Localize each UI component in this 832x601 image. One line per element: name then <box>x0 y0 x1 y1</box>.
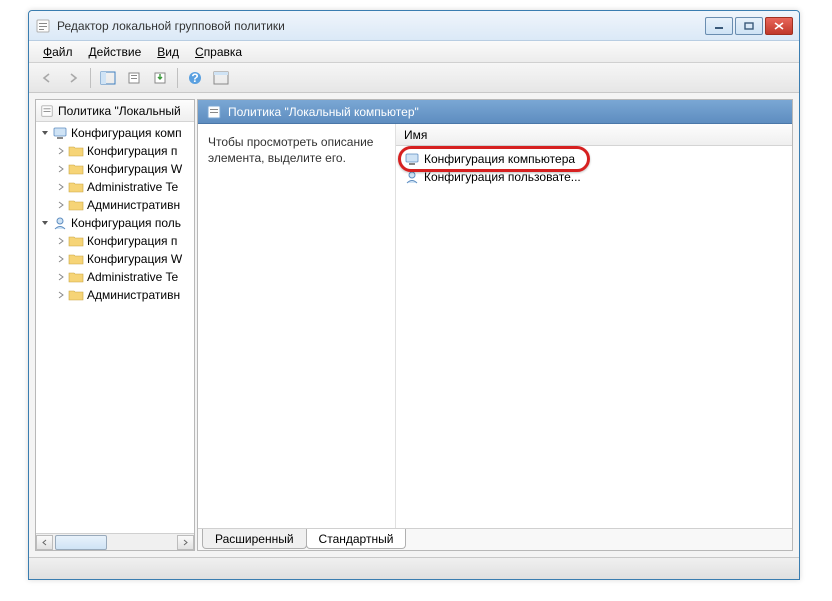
computer-icon <box>52 126 68 140</box>
filter-button[interactable] <box>209 67 233 89</box>
properties-button[interactable] <box>122 67 146 89</box>
tab-strip: Расширенный Стандартный <box>198 528 792 550</box>
computer-icon <box>404 152 420 166</box>
tree-body: Конфигурация комп Конфигурация п Конфигура… <box>36 122 194 533</box>
tree-node[interactable]: Административн <box>36 286 194 304</box>
scroll-right-button[interactable] <box>177 535 194 550</box>
list-body: Конфигурация компьютера Конфигурация поль… <box>396 146 792 528</box>
tree-node-label: Административн <box>87 288 180 302</box>
folder-icon <box>68 162 84 176</box>
expander-icon[interactable] <box>56 290 66 300</box>
tree-node-label: Administrative Te <box>87 180 178 194</box>
policy-icon <box>40 104 54 118</box>
app-icon <box>35 18 51 34</box>
tree-node-label: Конфигурация комп <box>71 126 182 140</box>
user-icon <box>404 170 420 184</box>
tree-node-label: Конфигурация п <box>87 234 177 248</box>
maximize-button[interactable] <box>735 17 763 35</box>
tree-node-label: Administrative Te <box>87 270 178 284</box>
forward-button[interactable] <box>61 67 85 89</box>
tree-node[interactable]: Конфигурация W <box>36 250 194 268</box>
list-item[interactable]: Конфигурация пользовате... <box>398 168 790 186</box>
tree-node[interactable]: Administrative Te <box>36 178 194 196</box>
statusbar <box>29 557 799 579</box>
tree-node[interactable]: Конфигурация п <box>36 142 194 160</box>
list-item-label: Конфигурация пользовате... <box>424 170 581 184</box>
policy-icon <box>206 104 222 120</box>
expander-icon[interactable] <box>56 182 66 192</box>
tree-header-label: Политика "Локальный <box>58 104 181 118</box>
tree-node[interactable]: Конфигурация W <box>36 160 194 178</box>
detail-header: Политика "Локальный компьютер" <box>198 100 792 124</box>
separator <box>90 68 91 88</box>
scroll-left-button[interactable] <box>36 535 53 550</box>
tab-extended[interactable]: Расширенный <box>202 529 307 549</box>
content-area: Политика "Локальный Конфигурация компКон… <box>29 93 799 557</box>
tree-node-label: Конфигурация поль <box>71 216 181 230</box>
expander-icon[interactable] <box>56 164 66 174</box>
app-window: Редактор локальной групповой политики Фа… <box>28 10 800 580</box>
back-button[interactable] <box>35 67 59 89</box>
expander-icon[interactable] <box>56 146 66 156</box>
expander-icon[interactable] <box>40 218 50 228</box>
menu-file[interactable]: Файл <box>35 43 81 61</box>
menu-view[interactable]: Вид <box>149 43 187 61</box>
list-item[interactable]: Конфигурация компьютера <box>398 150 790 168</box>
show-tree-button[interactable] <box>96 67 120 89</box>
toolbar: ? <box>29 63 799 93</box>
folder-icon <box>68 288 84 302</box>
titlebar: Редактор локальной групповой политики <box>29 11 799 41</box>
tree-header[interactable]: Политика "Локальный <box>36 100 194 122</box>
expander-icon[interactable] <box>56 272 66 282</box>
close-button[interactable] <box>765 17 793 35</box>
folder-icon <box>68 234 84 248</box>
expander-icon[interactable] <box>56 236 66 246</box>
detail-title: Политика "Локальный компьютер" <box>228 105 419 119</box>
tree-node[interactable]: Конфигурация п <box>36 232 194 250</box>
folder-icon <box>68 180 84 194</box>
detail-pane: Политика "Локальный компьютер" Чтобы про… <box>197 99 793 551</box>
menubar: Файл Действие Вид Справка <box>29 41 799 63</box>
folder-icon <box>68 270 84 284</box>
menu-help[interactable]: Справка <box>187 43 250 61</box>
expander-icon[interactable] <box>40 128 50 138</box>
scroll-thumb[interactable] <box>55 535 107 550</box>
detail-body: Чтобы просмотреть описание элемента, выд… <box>198 124 792 528</box>
user-icon <box>52 216 68 230</box>
tree-node-label: Конфигурация W <box>87 162 182 176</box>
tree-node[interactable]: Административн <box>36 196 194 214</box>
scroll-track[interactable] <box>53 535 177 550</box>
tree-node[interactable]: Конфигурация комп <box>36 124 194 142</box>
list-column: Имя Конфигурация компьютераКонфигурация … <box>396 124 792 528</box>
window-controls <box>705 17 793 35</box>
svg-text:?: ? <box>191 71 198 85</box>
minimize-button[interactable] <box>705 17 733 35</box>
folder-icon <box>68 198 84 212</box>
description-text: Чтобы просмотреть описание элемента, выд… <box>208 135 373 165</box>
window-title: Редактор локальной групповой политики <box>57 19 705 33</box>
tree-pane: Политика "Локальный Конфигурация компКон… <box>35 99 195 551</box>
menu-action[interactable]: Действие <box>81 43 150 61</box>
list-item-label: Конфигурация компьютера <box>424 152 575 166</box>
tree-hscroll <box>36 533 194 550</box>
tree-node[interactable]: Administrative Te <box>36 268 194 286</box>
tab-standard[interactable]: Стандартный <box>306 529 407 549</box>
tree-node-label: Административн <box>87 198 180 212</box>
tree-node-label: Конфигурация W <box>87 252 182 266</box>
separator <box>177 68 178 88</box>
export-button[interactable] <box>148 67 172 89</box>
expander-icon[interactable] <box>56 254 66 264</box>
tree-node[interactable]: Конфигурация поль <box>36 214 194 232</box>
column-header-name[interactable]: Имя <box>396 124 792 146</box>
description-column: Чтобы просмотреть описание элемента, выд… <box>198 124 396 528</box>
help-button[interactable]: ? <box>183 67 207 89</box>
expander-icon[interactable] <box>56 200 66 210</box>
folder-icon <box>68 252 84 266</box>
tree-node-label: Конфигурация п <box>87 144 177 158</box>
folder-icon <box>68 144 84 158</box>
